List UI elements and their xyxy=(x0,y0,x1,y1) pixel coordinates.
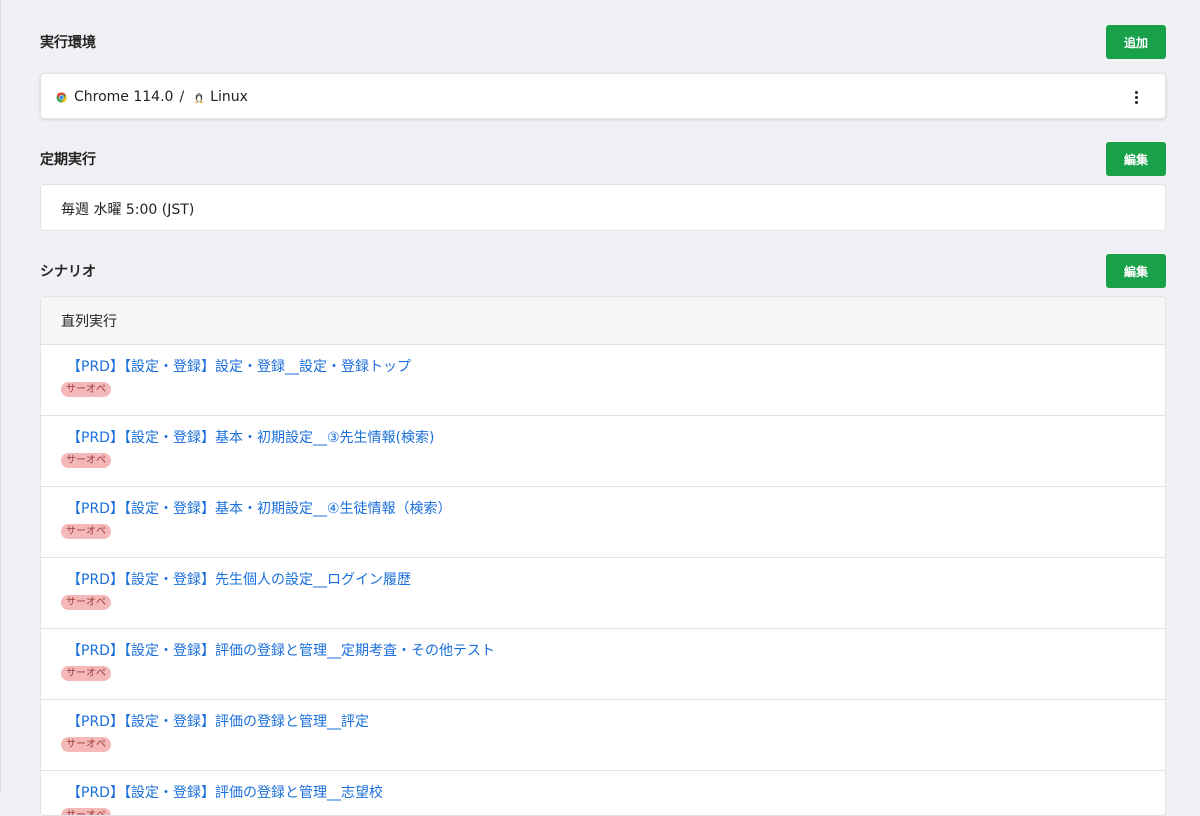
tag-badge: サーオペ xyxy=(61,382,111,397)
tag-badge: サーオペ xyxy=(61,808,111,815)
env-section-header: 実行環境 追加 xyxy=(40,25,1166,59)
scenario-link[interactable]: 【PRD】【設定・登録】評価の登録と管理__評定 xyxy=(67,712,1165,732)
edit-schedule-button[interactable]: 編集 xyxy=(1106,142,1166,176)
os-label: Linux xyxy=(210,89,248,105)
scenario-item: 【PRD】【設定・登録】評価の登録と管理__評定 サーオペ xyxy=(41,700,1165,771)
chrome-icon xyxy=(56,91,67,103)
linux-icon xyxy=(194,91,204,103)
scenario-link[interactable]: 【PRD】【設定・登録】先生個人の設定__ログイン履歴 xyxy=(67,570,1165,590)
left-border xyxy=(0,0,1,792)
scenario-link[interactable]: 【PRD】【設定・登録】設定・登録__設定・登録トップ xyxy=(67,357,1165,377)
scenario-card: 直列実行 【PRD】【設定・登録】設定・登録__設定・登録トップ サーオペ 【P… xyxy=(40,296,1166,816)
scenario-section-header: シナリオ 編集 xyxy=(40,254,1166,288)
schedule-section-title: 定期実行 xyxy=(40,152,96,168)
scenario-item: 【PRD】【設定・登録】基本・初期設定__③先生情報(検索) サーオペ xyxy=(41,416,1165,487)
schedule-value: 毎週 水曜 5:00 (JST) xyxy=(61,201,195,218)
schedule-section-header: 定期実行 編集 xyxy=(40,142,1166,176)
scenario-link[interactable]: 【PRD】【設定・登録】基本・初期設定__③先生情報(検索) xyxy=(67,428,1165,448)
scenario-section-title: シナリオ xyxy=(40,264,96,280)
edit-scenario-button[interactable]: 編集 xyxy=(1106,254,1166,288)
tag-badge: サーオペ xyxy=(61,595,111,610)
tag-badge: サーオペ xyxy=(61,737,111,752)
more-options-icon[interactable] xyxy=(1131,87,1141,107)
scenario-item: 【PRD】【設定・登録】設定・登録__設定・登録トップ サーオペ xyxy=(41,345,1165,416)
env-row: Chrome 114.0 / Linux xyxy=(56,74,248,120)
env-separator: / xyxy=(179,89,185,105)
env-section-title: 実行環境 xyxy=(40,35,96,51)
schedule-card: 毎週 水曜 5:00 (JST) xyxy=(40,184,1166,231)
scenario-mode-header: 直列実行 xyxy=(41,297,1165,345)
scenario-link[interactable]: 【PRD】【設定・登録】評価の登録と管理__志望校 xyxy=(67,783,1165,803)
tag-badge: サーオペ xyxy=(61,524,111,539)
env-card: Chrome 114.0 / Linux xyxy=(40,73,1166,119)
scenario-item: 【PRD】【設定・登録】基本・初期設定__④生徒情報（検索） サーオペ xyxy=(41,487,1165,558)
scenario-link[interactable]: 【PRD】【設定・登録】評価の登録と管理__定期考査・その他テスト xyxy=(67,641,1165,661)
add-env-button[interactable]: 追加 xyxy=(1106,25,1166,59)
scenario-item: 【PRD】【設定・登録】評価の登録と管理__志望校 サーオペ xyxy=(41,771,1165,815)
scenario-link[interactable]: 【PRD】【設定・登録】基本・初期設定__④生徒情報（検索） xyxy=(67,499,1165,519)
tag-badge: サーオペ xyxy=(61,453,111,468)
scenario-item: 【PRD】【設定・登録】先生個人の設定__ログイン履歴 サーオペ xyxy=(41,558,1165,629)
tag-badge: サーオペ xyxy=(61,666,111,681)
browser-label: Chrome 114.0 xyxy=(74,89,174,105)
scenario-item: 【PRD】【設定・登録】評価の登録と管理__定期考査・その他テスト サーオペ xyxy=(41,629,1165,700)
